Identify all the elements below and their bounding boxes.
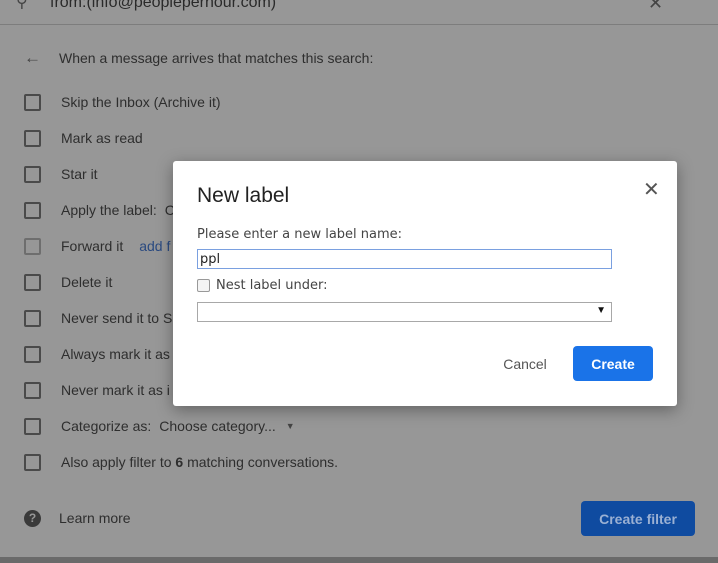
learn-more-link[interactable]: Learn more <box>59 510 131 526</box>
checkbox[interactable] <box>24 309 41 327</box>
filter-heading: When a message arrives that matches this… <box>59 50 374 66</box>
option-categorize[interactable]: Categorize as: Choose category... ▼ <box>24 416 295 436</box>
dialog-title: New label <box>197 184 290 207</box>
option-apply-existing[interactable]: Also apply filter to 6 matching conversa… <box>24 452 338 472</box>
checkbox[interactable] <box>24 453 41 471</box>
checkbox[interactable] <box>24 345 41 363</box>
checkbox[interactable] <box>24 165 41 183</box>
nest-label-option[interactable]: Nest label under: <box>197 278 328 293</box>
close-icon[interactable]: ✕ <box>648 0 663 14</box>
option-never-spam[interactable]: Never send it to Sp <box>24 308 180 328</box>
option-label: Apply the label: <box>61 202 157 218</box>
nest-checkbox[interactable] <box>197 279 210 292</box>
label-name-input[interactable] <box>197 249 612 269</box>
option-label: Never send it to Sp <box>61 310 181 326</box>
option-label: Always mark it as <box>61 346 170 362</box>
learn-more[interactable]: ? Learn more <box>24 508 131 528</box>
checkbox[interactable] <box>24 93 41 111</box>
dropdown-caret-icon: ▼ <box>285 421 295 431</box>
option-always-important[interactable]: Always mark it as <box>24 344 170 364</box>
checkbox[interactable] <box>24 381 41 399</box>
checkbox[interactable] <box>24 237 41 255</box>
category-dropdown[interactable]: Choose category... ▼ <box>159 418 294 434</box>
option-label: Star it <box>61 166 98 182</box>
help-icon: ? <box>24 509 41 527</box>
option-mark-read[interactable]: Mark as read <box>24 128 143 148</box>
search-query[interactable]: from:(info@peopleperhour.com) <box>50 0 276 12</box>
label-prompt: Please enter a new label name: <box>197 227 403 242</box>
apply-prefix: Also apply filter to <box>61 454 176 470</box>
checkbox[interactable] <box>24 417 41 435</box>
add-forwarding-link[interactable]: add f <box>139 238 170 254</box>
nest-label-text: Nest label under: <box>216 278 328 293</box>
apply-suffix: matching conversations. <box>183 454 339 470</box>
option-delete[interactable]: Delete it <box>24 272 112 292</box>
create-button[interactable]: Create <box>573 346 653 381</box>
search-icon: ⚲ <box>16 0 28 11</box>
option-label: Mark as read <box>61 130 143 146</box>
bottom-border <box>0 557 718 563</box>
checkbox[interactable] <box>24 201 41 219</box>
option-label: Skip the Inbox (Archive it) <box>61 94 221 110</box>
create-filter-button[interactable]: Create filter <box>581 501 695 536</box>
parent-label-select[interactable]: ▼ <box>197 302 612 322</box>
match-count: 6 <box>175 454 184 470</box>
back-arrow-icon[interactable]: ← <box>24 48 41 68</box>
option-star[interactable]: Star it <box>24 164 98 184</box>
new-label-dialog: New label ✕ Please enter a new label nam… <box>173 161 677 406</box>
search-bar[interactable]: ⚲ from:(info@peopleperhour.com) ✕ <box>0 0 718 25</box>
dropdown-arrow-icon: ▼ <box>596 305 606 316</box>
option-never-important[interactable]: Never mark it as i <box>24 380 170 400</box>
option-label: Forward it <box>61 238 124 254</box>
option-skip-inbox[interactable]: Skip the Inbox (Archive it) <box>24 92 221 112</box>
close-icon[interactable]: ✕ <box>643 177 660 202</box>
option-label: Never mark it as i <box>61 382 170 398</box>
filter-header: ← When a message arrives that matches th… <box>24 48 373 68</box>
cancel-button[interactable]: Cancel <box>491 346 559 381</box>
checkbox[interactable] <box>24 273 41 291</box>
category-value: Choose category... <box>159 418 276 434</box>
option-label: Categorize as: <box>61 418 152 434</box>
option-label: Delete it <box>61 274 113 290</box>
option-apply-label[interactable]: Apply the label: C <box>24 200 175 220</box>
option-forward[interactable]: Forward it add f <box>24 236 170 256</box>
checkbox[interactable] <box>24 129 41 147</box>
